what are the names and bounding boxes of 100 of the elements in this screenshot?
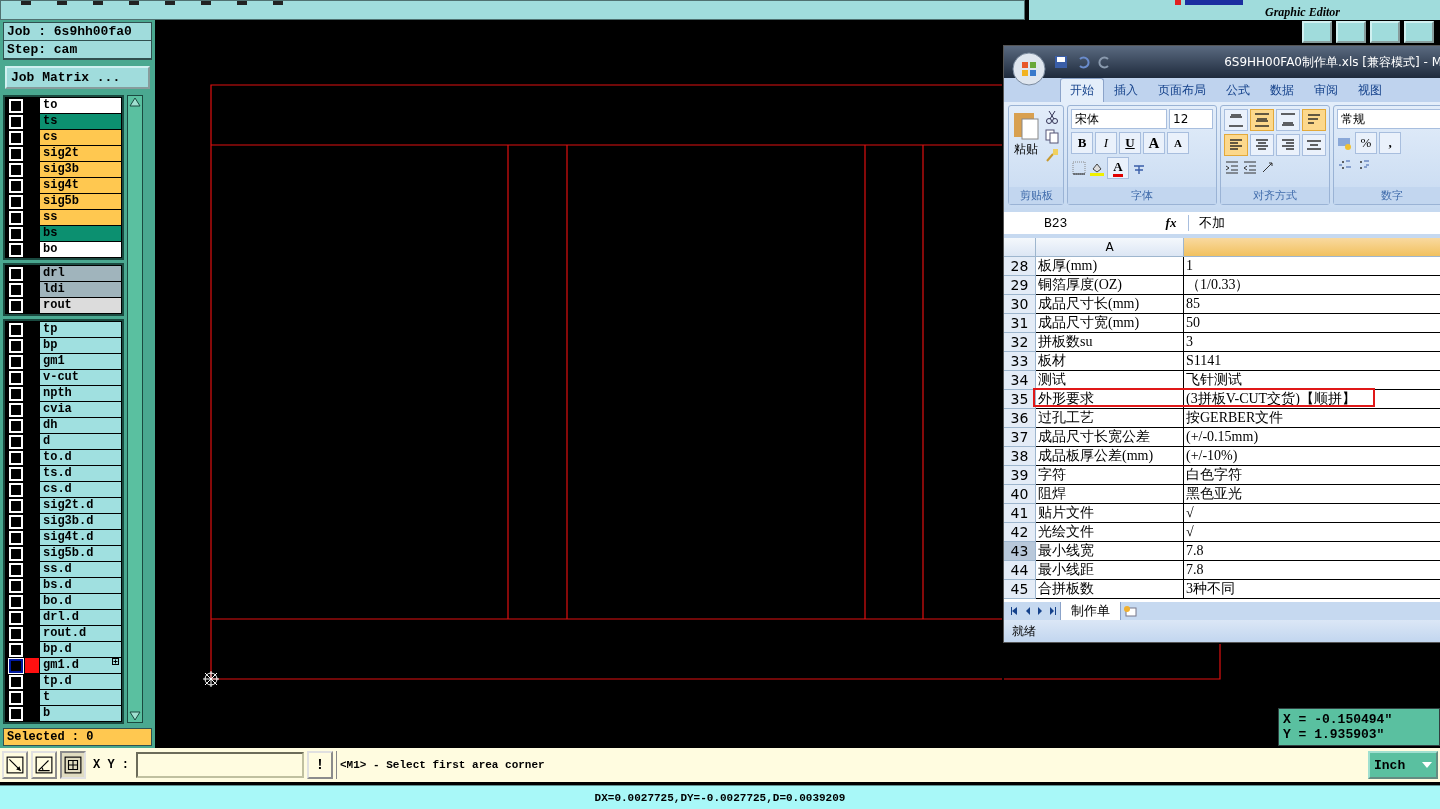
units-dropdown[interactable]: Inch [1368,751,1438,779]
layer-name[interactable]: bo.d [40,594,121,609]
italic-button[interactable]: I [1095,132,1117,154]
row-number[interactable]: 30 [1004,295,1036,314]
column-header[interactable]: A [1036,238,1184,257]
layer-name[interactable]: bp.d [40,642,121,657]
ribbon-tab[interactable]: 审阅 [1304,78,1348,102]
ribbon-tab[interactable]: 公式 [1216,78,1260,102]
scissors-icon[interactable] [1044,109,1060,125]
layer-name[interactable]: v-cut [40,370,121,385]
paste-button[interactable]: 粘贴 [1012,109,1040,184]
row-number[interactable]: 39 [1004,466,1036,485]
layer-name[interactable]: d [40,434,121,449]
grid-tool-button[interactable] [60,751,86,779]
align-button[interactable] [1302,134,1326,156]
layer-name[interactable]: sig5b.d [40,546,121,561]
layer-name[interactable]: drl [40,266,121,281]
row-number[interactable]: 29 [1004,276,1036,295]
xy-input-field[interactable] [136,752,304,778]
ribbon-tab[interactable]: 插入 [1104,78,1148,102]
layer-name[interactable]: sig2t [40,146,121,161]
formula-field[interactable]: 不加 [1189,214,1225,232]
layer-name[interactable]: dh [40,418,121,433]
layer-name[interactable]: bs [40,226,121,241]
ribbon-tab[interactable]: 视图 [1348,78,1392,102]
alert-button[interactable]: ! [307,751,333,779]
layer-name[interactable]: cs [40,130,121,145]
align-button[interactable] [1302,109,1326,131]
job-matrix-button[interactable]: Job Matrix ... [5,66,150,89]
row-number[interactable]: 40 [1004,485,1036,504]
scrollbar[interactable] [127,95,143,723]
function-button[interactable]: fx [1154,215,1189,231]
row-number[interactable]: 45 [1004,580,1036,599]
name-box[interactable]: B23 [1004,215,1154,231]
ribbon-tab[interactable]: 开始 [1060,78,1104,102]
layer-name[interactable]: ss [40,210,121,225]
row-number[interactable]: 28 [1004,257,1036,276]
layer-name[interactable]: tp [40,322,121,337]
row-number[interactable]: 42 [1004,523,1036,542]
redo-icon[interactable] [1098,55,1112,69]
orientation-icon[interactable] [1260,159,1276,175]
row-number[interactable]: 34 [1004,371,1036,390]
row-number[interactable]: 33 [1004,352,1036,371]
row-number[interactable]: 38 [1004,447,1036,466]
border-icon[interactable] [1071,160,1087,176]
row-number[interactable]: 36 [1004,409,1036,428]
scroll-down-icon[interactable] [129,710,141,722]
layer-name[interactable]: sig3b.d [40,514,121,529]
layer-name[interactable]: cs.d [40,482,121,497]
layer-name[interactable]: ss.d [40,562,121,577]
sheet-nav-icon[interactable] [1010,606,1058,616]
ribbon-tab[interactable]: 数据 [1260,78,1304,102]
align-button[interactable] [1250,134,1274,156]
copy-icon[interactable] [1044,128,1060,144]
layer-name[interactable]: ts.d [40,466,121,481]
layer-checkbox[interactable] [9,658,23,673]
layer-name[interactable]: sig3b [40,162,121,177]
layer-name[interactable]: to.d [40,450,121,465]
underline-button[interactable]: U [1119,132,1141,154]
layer-name[interactable]: gm1 [40,354,121,369]
layer-name[interactable]: bo [40,242,121,257]
undo-icon[interactable] [1076,55,1090,69]
layer-name[interactable]: bs.d [40,578,121,593]
row-number[interactable]: 37 [1004,428,1036,447]
number-format-field[interactable]: 常规 [1337,109,1440,129]
layer-name[interactable]: sig4t [40,178,121,193]
row-number[interactable]: 44 [1004,561,1036,580]
diagonal-tool-button[interactable] [2,751,28,779]
layer-name[interactable]: ts [40,114,121,129]
grow-font-button[interactable]: A [1143,132,1165,154]
layer-name[interactable]: b [40,706,121,721]
layer-name[interactable]: sig5b [40,194,121,209]
font-name-field[interactable]: 宋体 [1071,109,1167,129]
row-number[interactable]: 31 [1004,314,1036,333]
ribbon-tab[interactable]: 页面布局 [1148,78,1216,102]
align-button[interactable] [1276,109,1300,131]
expand-icon[interactable] [112,658,121,665]
layer-name[interactable]: sig4t.d [40,530,121,545]
shrink-font-button[interactable]: A [1167,132,1189,154]
comma-button[interactable]: , [1379,132,1401,154]
font-size-field[interactable]: 12 [1169,109,1213,129]
layer-name[interactable]: npth [40,386,121,401]
percent-button[interactable]: % [1355,132,1377,154]
angle-tool-button[interactable] [31,751,57,779]
layer-name[interactable]: cvia [40,402,121,417]
scroll-up-icon[interactable] [129,96,141,108]
layer-name[interactable]: bp [40,338,121,353]
layer-name[interactable]: rout.d [40,626,121,641]
align-button[interactable] [1250,109,1274,131]
layer-name[interactable]: drl.d [40,610,121,625]
layer-name[interactable]: tp.d [40,674,121,689]
align-button[interactable] [1276,134,1300,156]
layer-name[interactable]: ldi [40,282,121,297]
indent-icon[interactable] [1224,159,1240,175]
row-number[interactable]: 35 [1004,390,1036,409]
layer-name[interactable]: to [40,98,121,113]
sheet-tab[interactable]: 制作单 [1060,601,1121,621]
layer-name[interactable]: t [40,690,121,705]
bold-button[interactable]: B [1071,132,1093,154]
font-color-button[interactable]: A [1107,157,1129,179]
